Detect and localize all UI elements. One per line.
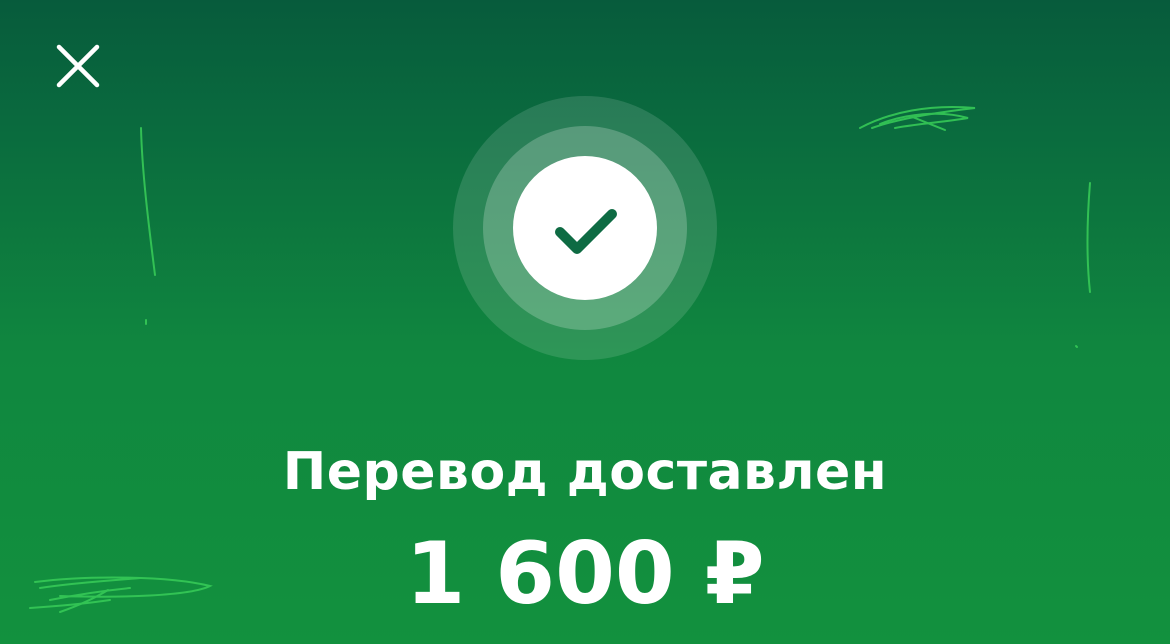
checkmark-icon	[555, 209, 617, 254]
status-ring	[483, 126, 687, 330]
status-title: Перевод доставлен	[282, 442, 888, 502]
close-button[interactable]	[48, 36, 108, 96]
close-icon	[56, 44, 100, 88]
success-status-indicator	[453, 96, 717, 360]
status-circle	[513, 156, 657, 300]
transfer-amount: 1 600 ₽	[405, 524, 765, 624]
